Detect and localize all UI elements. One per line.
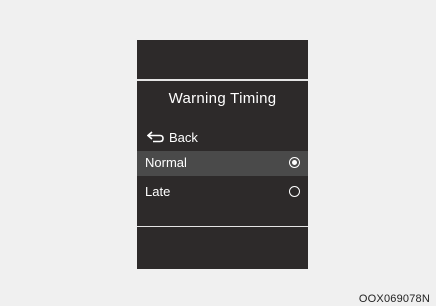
option-normal[interactable]: Normal bbox=[137, 151, 308, 176]
display-screen: Warning Timing Back Normal Late bbox=[137, 40, 308, 269]
radio-dot bbox=[292, 160, 297, 165]
top-status-bar bbox=[137, 40, 308, 79]
top-divider bbox=[137, 79, 308, 81]
option-label: Normal bbox=[145, 155, 187, 170]
bottom-divider bbox=[137, 226, 308, 227]
back-button[interactable]: Back bbox=[147, 128, 198, 146]
image-code-caption: OOX069078N bbox=[358, 293, 430, 305]
return-arrow-icon bbox=[147, 131, 164, 143]
radio-selected-icon[interactable] bbox=[289, 157, 300, 168]
back-label: Back bbox=[169, 129, 198, 145]
radio-unselected-icon[interactable] bbox=[289, 186, 300, 197]
menu-title: Warning Timing bbox=[168, 90, 277, 107]
option-label: Late bbox=[145, 184, 171, 199]
option-late[interactable]: Late bbox=[137, 180, 308, 205]
